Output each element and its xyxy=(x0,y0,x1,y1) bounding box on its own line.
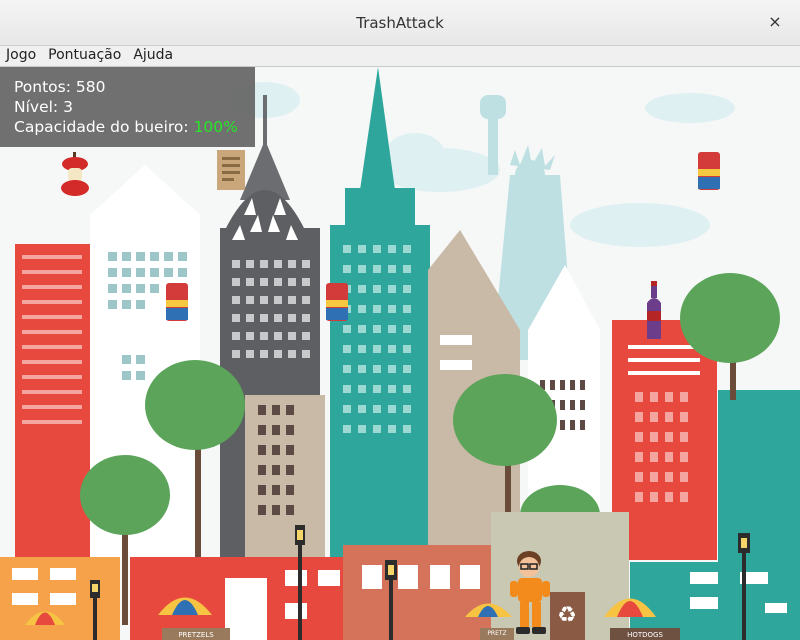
level-row: Nível: 3 xyxy=(14,97,255,117)
can-icon xyxy=(166,283,188,321)
window-title: TrashAttack xyxy=(356,14,444,32)
hud-panel: Pontos: 580 Nível: 3 Capacidade do bueir… xyxy=(0,67,255,147)
game-canvas[interactable]: ♻ PRETZELS PRETZ HOTDOGS xyxy=(0,67,800,640)
player-character[interactable] xyxy=(500,549,560,639)
capacity-row: Capacidade do bueiro: 100% xyxy=(14,117,255,137)
bottle-icon xyxy=(647,281,661,339)
menu-bar: Jogo Pontuação Ajuda xyxy=(0,46,800,67)
apple-core-icon xyxy=(61,152,89,196)
menu-ajuda[interactable]: Ajuda xyxy=(127,46,179,66)
menu-pontuacao[interactable]: Pontuação xyxy=(42,46,127,66)
points-row: Pontos: 580 xyxy=(14,77,255,97)
capacity-label: Capacidade do bueiro: xyxy=(14,118,189,136)
capacity-value: 100% xyxy=(193,118,238,136)
can-icon xyxy=(326,283,348,321)
city-background: ♻ xyxy=(0,67,800,640)
close-button[interactable]: × xyxy=(764,11,786,33)
stand-sign-pretzels: PRETZELS xyxy=(162,628,230,640)
stand-sign-hotdogs: HOTDOGS xyxy=(610,628,680,640)
paper-icon xyxy=(217,150,245,190)
points-value: 580 xyxy=(75,78,106,96)
points-label: Pontos: xyxy=(14,78,71,96)
can-icon xyxy=(698,152,720,190)
level-value: 3 xyxy=(63,98,73,116)
svg-text:♻: ♻ xyxy=(557,603,577,628)
level-label: Nível: xyxy=(14,98,59,116)
title-bar: TrashAttack × xyxy=(0,0,800,46)
menu-jogo[interactable]: Jogo xyxy=(0,46,42,66)
